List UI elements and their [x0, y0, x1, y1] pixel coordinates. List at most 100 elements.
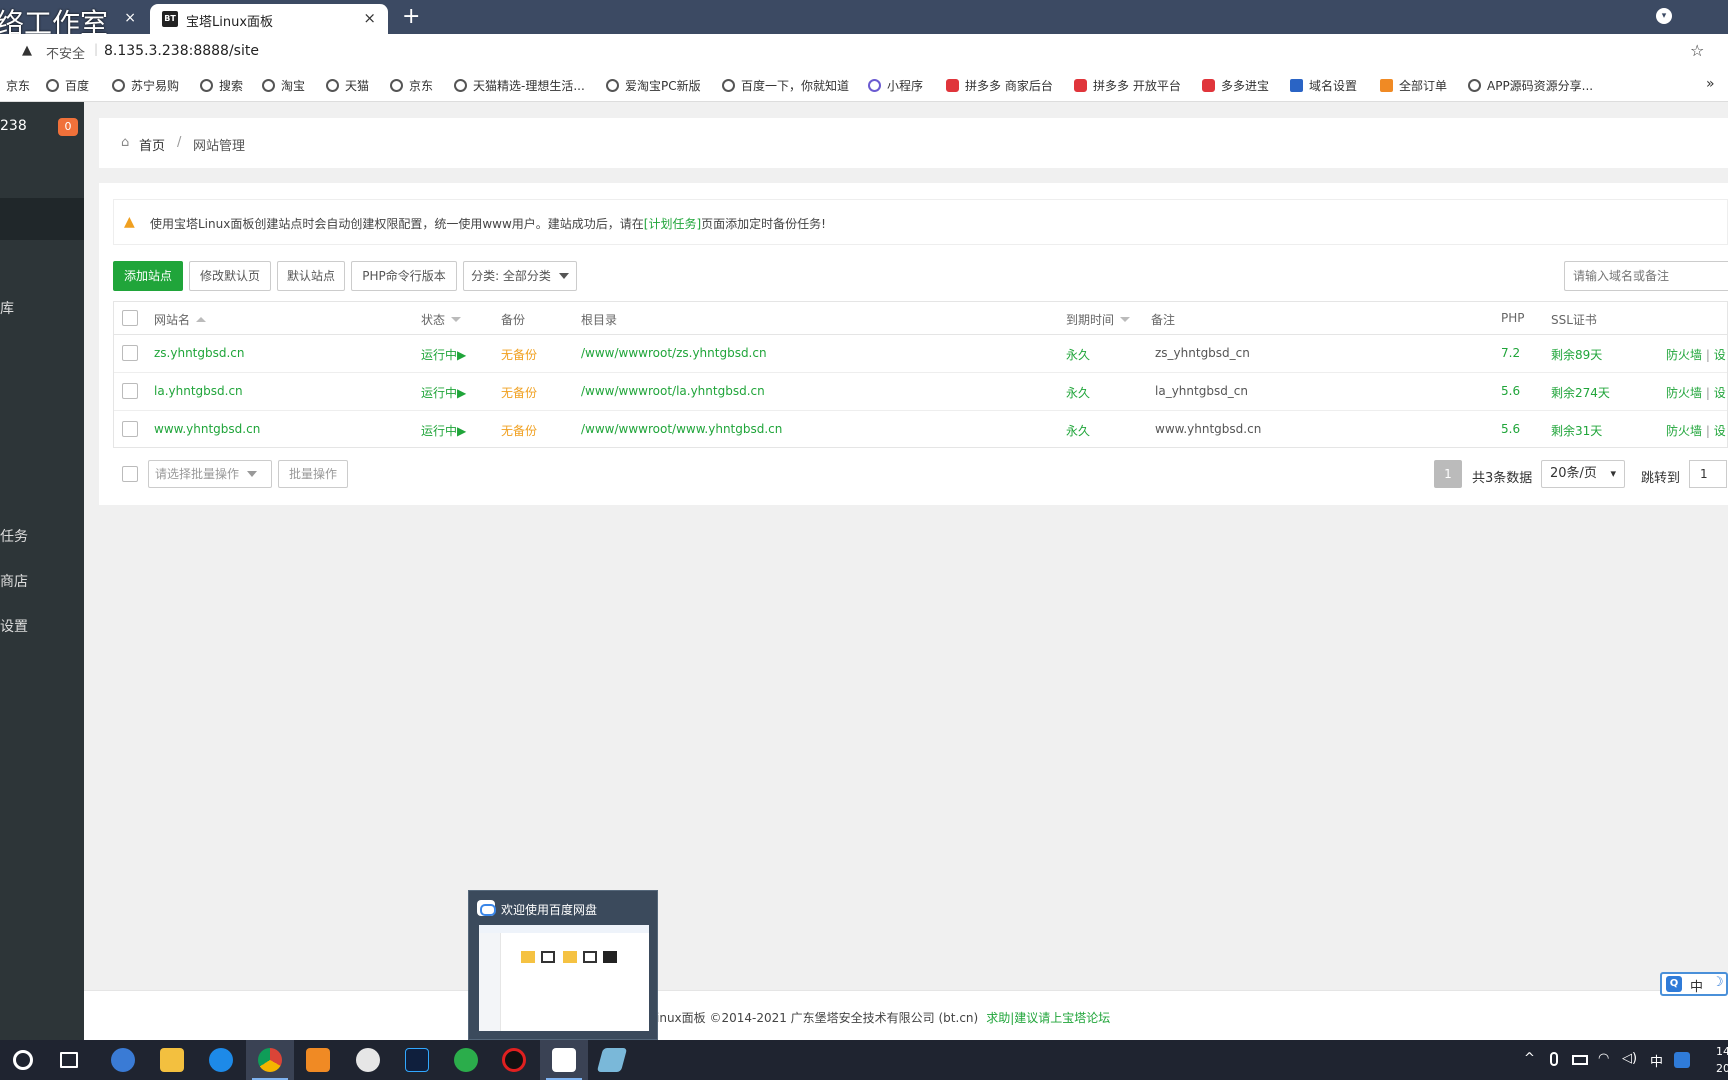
- bookmark-item[interactable]: APP源码资源分享...: [1468, 77, 1593, 94]
- select-all-checkbox[interactable]: [122, 310, 138, 326]
- php-version-link[interactable]: 5.6: [1501, 422, 1520, 436]
- system-clock[interactable]: 14202: [1716, 1043, 1728, 1077]
- notepad-icon[interactable]: [596, 1048, 628, 1072]
- per-page-select[interactable]: 20条/页 ▾: [1541, 460, 1625, 488]
- bookmark-item[interactable]: 小程序: [868, 77, 923, 94]
- add-site-button[interactable]: 添加站点: [113, 261, 183, 291]
- bookmarks-more-icon[interactable]: »: [1706, 76, 1715, 92]
- recorder-icon[interactable]: [502, 1048, 526, 1072]
- bookmark-item[interactable]: 搜索: [200, 77, 243, 94]
- status-toggle[interactable]: 运行中▶: [421, 422, 466, 439]
- site-name-link[interactable]: www.yhntgbsd.cn: [154, 422, 260, 436]
- sidebar-item-settings[interactable]: 设置: [0, 616, 28, 636]
- ime-toolbar[interactable]: Q 中 ☽: [1660, 972, 1728, 996]
- microphone-icon[interactable]: [1550, 1052, 1558, 1066]
- search-icon[interactable]: [13, 1050, 33, 1070]
- message-badge[interactable]: 0: [58, 118, 78, 136]
- breadcrumb-home[interactable]: 首页: [139, 135, 165, 154]
- ssl-link[interactable]: 剩余31天: [1551, 422, 1602, 439]
- col-expire[interactable]: 到期时间: [1066, 311, 1131, 328]
- bookmark-item[interactable]: 淘宝: [262, 77, 305, 94]
- status-toggle[interactable]: 运行中▶: [421, 384, 466, 401]
- insecure-label[interactable]: 不安全: [46, 43, 85, 62]
- status-toggle[interactable]: 运行中▶: [421, 346, 466, 363]
- tab-close-icon[interactable]: ×: [124, 10, 136, 26]
- expire-link[interactable]: 永久: [1066, 422, 1090, 439]
- expire-link[interactable]: 永久: [1066, 346, 1090, 363]
- edge-icon[interactable]: [209, 1048, 233, 1072]
- root-path-link[interactable]: /www/wwwroot/www.yhntgbsd.cn: [581, 422, 782, 436]
- backup-link[interactable]: 无备份: [501, 422, 537, 439]
- bookmark-item[interactable]: 天猫精选-理想生活...: [454, 77, 585, 94]
- php-cli-version-button[interactable]: PHP命令行版本: [351, 261, 457, 291]
- bookmark-item[interactable]: 域名设置: [1290, 77, 1357, 94]
- sidebar-item-store[interactable]: 商店: [0, 571, 28, 591]
- firewall-link[interactable]: 防火墙 | 设: [1666, 346, 1726, 363]
- tray-ime-lang[interactable]: 中: [1650, 1051, 1663, 1070]
- settings-app-icon[interactable]: [306, 1048, 330, 1072]
- bookmark-item[interactable]: 全部订单: [1380, 77, 1447, 94]
- root-path-link[interactable]: /www/wwwroot/la.yhntgbsd.cn: [581, 384, 765, 398]
- firewall-link[interactable]: 防火墙 | 设: [1666, 384, 1726, 401]
- warning-icon[interactable]: ▲: [22, 43, 32, 58]
- url-field[interactable]: 8.135.3.238:8888/site: [104, 43, 259, 59]
- bookmark-item[interactable]: 京东: [6, 77, 30, 94]
- file-explorer-icon[interactable]: [160, 1048, 184, 1072]
- search-input[interactable]: [1564, 261, 1728, 291]
- col-status[interactable]: 状态: [421, 311, 462, 328]
- backup-link[interactable]: 无备份: [501, 384, 537, 401]
- page-number-current[interactable]: 1: [1434, 460, 1462, 488]
- tab-search-dropdown-icon[interactable]: ▾: [1656, 8, 1672, 24]
- bookmark-item[interactable]: 多多进宝: [1202, 77, 1269, 94]
- site-name-link[interactable]: zs.yhntgbsd.cn: [154, 346, 245, 360]
- task-view-icon[interactable]: [60, 1052, 78, 1068]
- qq-input-icon[interactable]: Q: [1666, 976, 1682, 992]
- cron-task-link[interactable]: [计划任务]: [644, 217, 701, 231]
- bookmark-item[interactable]: 拼多多 商家后台: [946, 77, 1053, 94]
- row-checkbox[interactable]: [122, 345, 138, 361]
- chat-app-icon[interactable]: [356, 1048, 380, 1072]
- bookmark-item[interactable]: 拼多多 开放平台: [1074, 77, 1181, 94]
- php-version-link[interactable]: 7.2: [1501, 346, 1520, 360]
- photoshop-icon[interactable]: [405, 1048, 429, 1072]
- bookmark-item[interactable]: 苏宁易购: [112, 77, 179, 94]
- volume-icon[interactable]: ◁): [1622, 1051, 1637, 1066]
- root-path-link[interactable]: /www/wwwroot/zs.yhntgbsd.cn: [581, 346, 767, 360]
- bookmark-item[interactable]: 爱淘宝PC新版: [606, 77, 701, 94]
- ime-lang-label[interactable]: 中: [1690, 976, 1703, 995]
- tab-active[interactable]: BT 宝塔Linux面板 ×: [150, 4, 388, 34]
- batch-apply-button[interactable]: 批量操作: [278, 460, 348, 488]
- ssl-link[interactable]: 剩余274天: [1551, 384, 1610, 401]
- browser-icon[interactable]: [111, 1048, 135, 1072]
- bookmark-star-icon[interactable]: ☆: [1690, 41, 1704, 60]
- bookmark-item[interactable]: 百度: [46, 77, 89, 94]
- home-icon[interactable]: ⌂: [121, 135, 129, 150]
- battery-icon[interactable]: [1572, 1055, 1588, 1065]
- baidu-netdisk-icon[interactable]: [552, 1048, 576, 1072]
- default-site-button[interactable]: 默认站点: [277, 261, 345, 291]
- tab-inactive[interactable]: 络工作室 ×: [0, 4, 146, 40]
- new-tab-button[interactable]: +: [402, 4, 420, 29]
- batch-select-all-checkbox[interactable]: [122, 466, 138, 482]
- qq-input-tray-icon[interactable]: [1674, 1052, 1690, 1068]
- remark-text[interactable]: www.yhntgbsd.cn: [1155, 422, 1261, 436]
- goto-page-input[interactable]: 1: [1689, 460, 1727, 488]
- tab-close-icon[interactable]: ×: [363, 9, 376, 27]
- wechat-icon[interactable]: [454, 1048, 478, 1072]
- preview-thumbnail[interactable]: [479, 925, 649, 1031]
- sidebar-item-active[interactable]: [0, 198, 84, 240]
- bookmark-item[interactable]: 天猫: [326, 77, 369, 94]
- remark-text[interactable]: la_yhntgbsd_cn: [1155, 384, 1248, 398]
- category-select[interactable]: 分类: 全部分类: [463, 261, 577, 291]
- modify-default-page-button[interactable]: 修改默认页: [189, 261, 271, 291]
- php-version-link[interactable]: 5.6: [1501, 384, 1520, 398]
- expire-link[interactable]: 永久: [1066, 384, 1090, 401]
- chrome-icon[interactable]: [258, 1048, 282, 1072]
- moon-icon[interactable]: ☽: [1712, 975, 1724, 990]
- forum-link[interactable]: 求助|建议请上宝塔论坛: [986, 1011, 1110, 1025]
- backup-link[interactable]: 无备份: [501, 346, 537, 363]
- ssl-link[interactable]: 剩余89天: [1551, 346, 1602, 363]
- sidebar-item-tasks[interactable]: 任务: [0, 526, 28, 546]
- sidebar-item-database[interactable]: 库: [0, 298, 14, 318]
- firewall-link[interactable]: 防火墙 | 设: [1666, 422, 1726, 439]
